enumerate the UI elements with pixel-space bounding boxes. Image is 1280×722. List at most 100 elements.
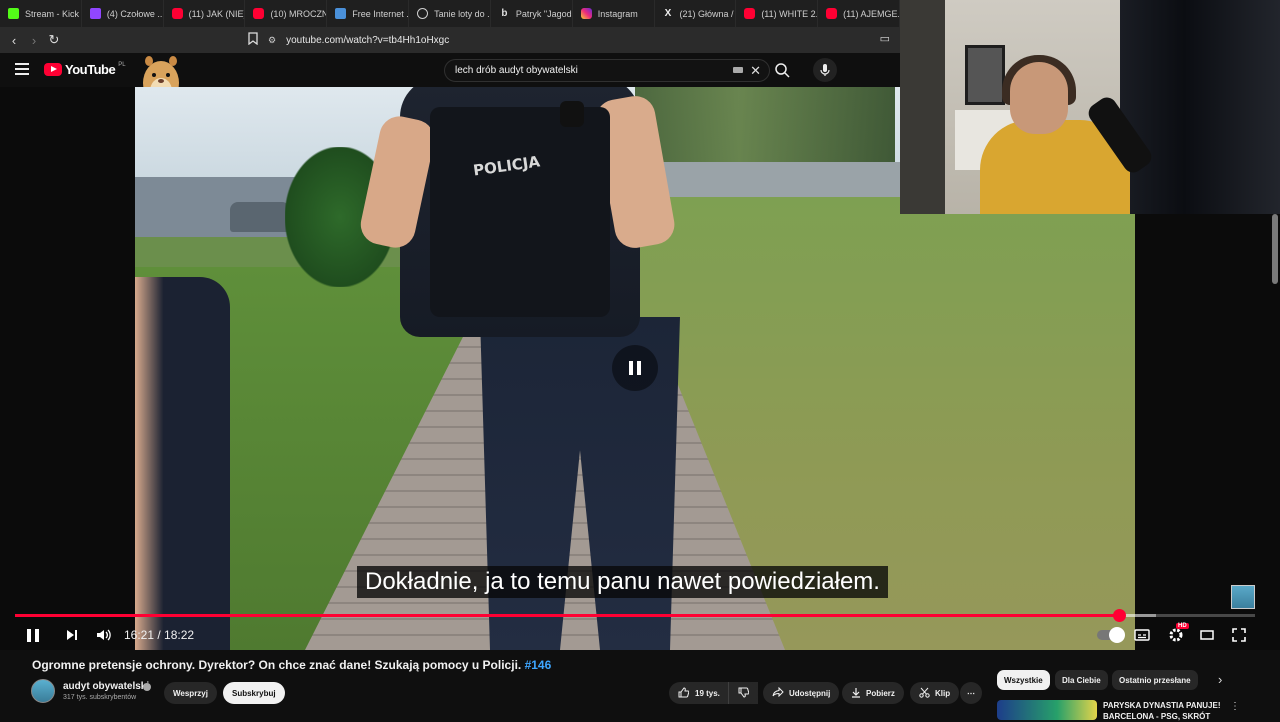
webcam-curtain	[1120, 0, 1280, 214]
thumbs-down-icon	[738, 687, 750, 700]
chip-recently-uploaded[interactable]: Ostatnio przesłane	[1112, 670, 1198, 690]
video-title: Ogromne pretensje ochrony. Dyrektor? On …	[32, 658, 551, 672]
autoplay-toggle[interactable]	[1097, 625, 1125, 645]
progress-bar[interactable]	[15, 609, 1255, 622]
bookmark-icon[interactable]	[248, 32, 260, 48]
search-input[interactable]: lech drób audyt obywatelski ✕	[444, 59, 770, 82]
instagram-icon	[580, 8, 592, 19]
player-controls: 16:21 / 18:22 HD	[0, 622, 1280, 648]
search-icon[interactable]	[774, 62, 790, 78]
browser-tab[interactable]: Tanie loty do ...	[409, 0, 491, 27]
browser-tab[interactable]: Stream - Kick	[0, 0, 82, 27]
theater-mode-icon[interactable]	[1200, 625, 1214, 645]
search-query: lech drób audyt obywatelski	[455, 65, 578, 76]
volume-icon[interactable]	[96, 625, 112, 645]
video-title-text: Ogromne pretensje ochrony. Dyrektor? On …	[32, 658, 522, 672]
browser-tab[interactable]: Free Internet ...	[327, 0, 410, 27]
reload-icon[interactable]: ↻	[44, 30, 64, 50]
youtube-wordmark: YouTube	[65, 62, 116, 77]
browser-tab-label: Tanie loty do ...	[434, 8, 491, 19]
x-icon: X	[664, 8, 672, 19]
recommended-video-thumbnail[interactable]	[997, 700, 1097, 720]
browser-tab[interactable]: X (21) Główna / ...	[655, 0, 737, 27]
subscriber-count: 317 tys. subskrybentów	[63, 694, 137, 701]
browser-tab-label: Stream - Kick	[25, 8, 80, 19]
video-hashtag[interactable]: #146	[525, 658, 552, 672]
back-arrow-icon[interactable]: ‹	[4, 30, 24, 50]
browser-tab[interactable]: (4) Czołowe ...	[82, 0, 164, 27]
youtube-icon	[744, 8, 756, 19]
browser-tab[interactable]: Instagram	[573, 0, 655, 27]
keyboard-icon[interactable]	[733, 67, 743, 73]
pause-button[interactable]	[27, 625, 43, 645]
progress-played	[15, 614, 1119, 617]
channel-avatar[interactable]	[31, 679, 55, 703]
share-label: Udostępnij	[789, 688, 831, 698]
channel-watermark[interactable]	[1231, 585, 1255, 609]
current-time: 16:21	[124, 628, 155, 642]
browser-tab-label: (21) Główna / ...	[679, 8, 736, 19]
video-details: Ogromne pretensje ochrony. Dyrektor? On …	[0, 650, 1280, 722]
recommended-video-title[interactable]: PARYSKA DYNASTIA PANUJE! BARCELONA - PSG…	[1103, 700, 1223, 722]
subscribe-button[interactable]: Subskrybuj	[223, 682, 285, 704]
fullscreen-icon[interactable]	[1232, 625, 1246, 645]
scrubber-handle[interactable]	[1112, 609, 1126, 622]
web-icon	[335, 8, 347, 19]
video-scene-side-person	[135, 277, 230, 650]
chevron-right-icon[interactable]: ›	[1218, 672, 1222, 687]
clip-label: Klip	[935, 688, 951, 698]
cast-icon[interactable]: ▭	[880, 32, 890, 45]
download-button[interactable]: Pobierz	[842, 682, 904, 704]
thumbs-up-icon	[678, 686, 690, 700]
pause-overlay-icon[interactable]	[612, 345, 658, 391]
site-settings-icon[interactable]: ⚙	[268, 35, 276, 46]
browser-tab-label: (11) WHITE 2...	[761, 8, 819, 19]
url-field[interactable]: ⚙ youtube.com/watch?v=tb4Hh1oHxgc	[268, 30, 888, 50]
forward-arrow-icon[interactable]: ›	[24, 30, 44, 50]
more-options-icon[interactable]: ⋯	[960, 682, 982, 704]
download-label: Pobierz	[866, 688, 895, 698]
browser-tab[interactable]: (10) MROCZN...	[245, 0, 328, 27]
bing-icon: b	[501, 8, 508, 19]
browser-tab[interactable]: (11) AJEMGE...	[818, 0, 900, 27]
globe-icon	[417, 8, 429, 19]
duration: 18:22	[164, 628, 195, 642]
dislike-button[interactable]	[728, 682, 758, 704]
webcam-door	[900, 0, 945, 214]
browser-tab-label: Free Internet ...	[352, 8, 410, 19]
browser-tab[interactable]: (11) WHITE 2...	[736, 0, 819, 27]
share-button[interactable]: Udostępnij	[763, 682, 840, 704]
officer-vest	[430, 107, 610, 317]
kick-icon	[8, 8, 19, 19]
browser-tab-label: (11) AJEMGE...	[843, 8, 900, 19]
clear-search-icon[interactable]: ✕	[750, 63, 761, 79]
browser-tab[interactable]: (11) JAK (NIE)...	[164, 0, 246, 27]
browser-tab[interactable]: b Patryk "Jagod...	[491, 0, 573, 27]
channel-name[interactable]: audyt obywatelski	[63, 681, 149, 692]
webcam-picture-frame	[965, 45, 1005, 105]
recommended-more-icon[interactable]: ⋮	[1230, 701, 1240, 712]
hd-badge: HD	[1176, 623, 1189, 629]
youtube-play-icon	[44, 63, 62, 76]
menu-icon[interactable]	[15, 63, 29, 78]
download-icon	[851, 687, 861, 700]
subtitles-icon[interactable]	[1134, 625, 1150, 645]
chip-all[interactable]: Wszystkie	[997, 670, 1050, 690]
like-count: 19 tys.	[695, 688, 720, 698]
time-separator: /	[154, 628, 165, 642]
chip-for-you[interactable]: Dla Ciebie	[1055, 670, 1108, 690]
page-scrollbar[interactable]	[1272, 214, 1278, 284]
youtube-icon	[253, 8, 265, 19]
video-scene-car	[230, 202, 290, 232]
next-button[interactable]	[66, 625, 78, 645]
browser-tab-label: Patryk "Jagod...	[515, 8, 572, 19]
twitch-icon	[89, 8, 101, 19]
browser-tab-label: Instagram	[597, 8, 638, 19]
browser-tab-bar: Stream - Kick (4) Czołowe ... (11) JAK (NI…	[0, 0, 900, 27]
clip-button[interactable]: Klip	[910, 682, 960, 704]
youtube-logo[interactable]: YouTube PL	[44, 62, 126, 77]
microphone-icon[interactable]	[813, 58, 837, 82]
webcam-overlay	[900, 0, 1280, 214]
url-text: youtube.com/watch?v=tb4Hh1oHxgc	[286, 34, 450, 46]
support-button[interactable]: Wesprzyj	[164, 682, 217, 704]
